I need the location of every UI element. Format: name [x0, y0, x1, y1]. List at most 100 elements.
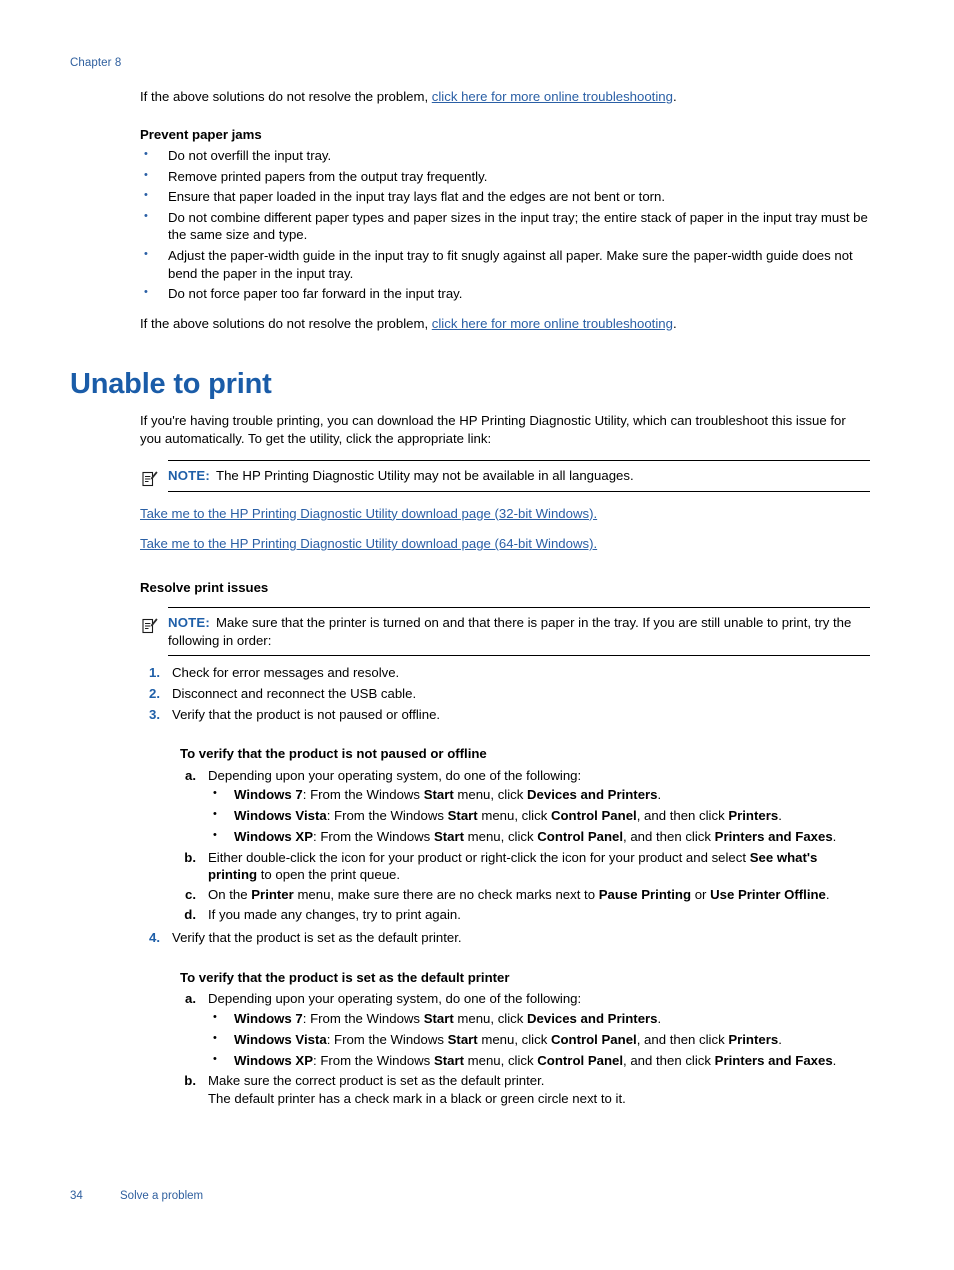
os-name: Windows Vista [234, 808, 327, 824]
note-block-languages: NOTE: The HP Printing Diagnostic Utility … [140, 460, 870, 492]
text: menu, click [453, 1010, 528, 1026]
ui-term: Control Panel [550, 1031, 637, 1047]
list-item: Do not overfill the input tray. [140, 146, 870, 165]
text: , and then click [636, 808, 729, 824]
list-item: Ensure that paper loaded in the input tr… [140, 187, 870, 206]
page-title: Unable to print [70, 368, 272, 400]
procedure-steps: a. Depending upon your operating system,… [180, 990, 870, 1107]
text: or [691, 887, 711, 903]
note-label: NOTE: [168, 615, 211, 631]
footer-section-name: Solve a problem [120, 1190, 204, 1202]
prevent-paper-jams-list: Do not overfill the input tray. Remove p… [140, 146, 870, 303]
ui-term: Printers and Faxes [714, 829, 833, 845]
note-pencil-icon [142, 617, 158, 634]
download-link-64bit[interactable]: Take me to the HP Printing Diagnostic Ut… [140, 536, 597, 551]
text: : From the Windows [313, 829, 434, 845]
unable-to-print-body: If you're having trouble printing, you c… [140, 412, 870, 1110]
procedure-not-paused: To verify that the product is not paused… [180, 745, 870, 923]
text: menu, click [477, 808, 551, 824]
note-block-printer-on: NOTE: Make sure that the printer is turne… [140, 607, 870, 657]
step-letter-dot: . [192, 887, 196, 903]
text: to open the print queue. [257, 867, 401, 883]
text: On the [208, 887, 252, 903]
note-content: NOTE: Make sure that the printer is turne… [168, 608, 870, 655]
ui-term: Start [447, 1031, 478, 1047]
step-item: 4. Verify that the product is set as the … [140, 929, 870, 947]
list-item: Do not combine different paper types and… [140, 208, 870, 244]
note-text: Make sure that the printer is turned on … [168, 615, 852, 648]
step-text: Depending upon your operating system, do… [208, 767, 582, 783]
list-item: Windows XP: From the Windows Start menu,… [208, 827, 870, 846]
ui-term: Printers [728, 808, 779, 824]
text: menu, click [463, 1052, 538, 1068]
list-item: Adjust the paper-width guide in the inpu… [140, 246, 870, 282]
ui-term: Start [447, 808, 478, 824]
ui-term: Devices and Printers [527, 1010, 658, 1026]
section-intro-paragraph: If you're having trouble printing, you c… [140, 413, 846, 446]
os-name: Windows XP [234, 1052, 314, 1068]
step-number: 1. [149, 665, 160, 681]
step-text: Check for error messages and resolve. [172, 665, 400, 681]
text: , and then click [636, 1031, 729, 1047]
procedure-step-b: b. Either double-click the icon for your… [180, 849, 870, 884]
os-name: Windows Vista [234, 1031, 327, 1047]
note-content: NOTE: The HP Printing Diagnostic Utility … [168, 461, 870, 491]
procedure-steps: a. Depending upon your operating system,… [180, 767, 870, 923]
text: menu, click [453, 787, 528, 803]
resolve-steps-list-second: 4. Verify that the product is set as the … [140, 929, 870, 947]
procedure-step-d: d. If you made any changes, try to print… [180, 906, 870, 924]
list-item: Do not force paper too far forward in th… [140, 284, 870, 303]
step-number: 4. [149, 930, 160, 946]
step-item: 1. Check for error messages and resolve. [140, 664, 870, 682]
step-text: Verify that the product is set as the de… [172, 930, 462, 946]
step-text: Verify that the product is not paused or… [172, 706, 441, 722]
procedure-step-c: c. On the Printer menu, make sure there … [180, 886, 870, 904]
closing-prefix: If the above solutions do not resolve th… [140, 315, 432, 331]
step-letter: b. [180, 849, 196, 867]
footer-page-number: 34 [70, 1190, 83, 1202]
ui-term: Devices and Printers [527, 787, 658, 803]
os-name: Windows XP [234, 829, 314, 845]
step-text: If you made any changes, try to print ag… [208, 906, 461, 922]
text: : From the Windows [302, 1010, 424, 1026]
intro-paragraph: If the above solutions do not resolve th… [140, 88, 870, 106]
procedure-default-printer: To verify that the product is set as the… [180, 969, 870, 1108]
online-troubleshooting-link-1[interactable]: click here for more online troubleshooti… [432, 89, 673, 104]
text: : From the Windows [302, 787, 424, 803]
list-item: Windows Vista: From the Windows Start me… [208, 806, 870, 825]
ui-term: Start [433, 1052, 464, 1068]
ui-term: Control Panel [550, 808, 637, 824]
note-pencil-icon [142, 470, 158, 487]
ui-term: Printer [251, 887, 294, 903]
list-item: Remove printed papers from the output tr… [140, 167, 870, 186]
intro-suffix: . [672, 89, 677, 104]
step-letter: a. [180, 767, 196, 785]
text: . [832, 829, 837, 845]
note-rule-bottom [168, 490, 870, 492]
prevent-paper-jams-heading: Prevent paper jams [140, 126, 262, 142]
step-letter-dot: . [192, 906, 196, 922]
procedure-step-a: a. Depending upon your operating system,… [180, 767, 870, 846]
step-number: 2. [149, 686, 160, 702]
procedure-title: To verify that the product is set as the… [180, 969, 510, 985]
procedure-title: To verify that the product is not paused… [180, 746, 487, 762]
note-text: The HP Printing Diagnostic Utility may n… [216, 468, 634, 483]
resolve-print-issues-heading: Resolve print issues [140, 579, 269, 595]
step-letter-dot: . [192, 767, 196, 783]
ui-term: Control Panel [537, 1052, 624, 1068]
procedure-step-b: b. Make sure the correct product is set … [180, 1072, 870, 1107]
ui-term: Start [433, 829, 464, 845]
text: , and then click [623, 1052, 715, 1068]
online-troubleshooting-link-2[interactable]: click here for more online troubleshooti… [432, 316, 673, 331]
ui-term: Use Printer Offline [710, 887, 826, 903]
ui-term: Start [423, 1010, 454, 1026]
text: menu, make sure there are no check marks… [293, 887, 599, 903]
step-text: Depending upon your operating system, do… [208, 991, 582, 1007]
step-letter: b. [180, 1072, 196, 1090]
os-name: Windows 7 [234, 1010, 303, 1026]
page-content-column: If the above solutions do not resolve th… [140, 88, 870, 332]
note-label: NOTE: [168, 468, 211, 483]
text: menu, click [477, 1031, 551, 1047]
download-link-32bit[interactable]: Take me to the HP Printing Diagnostic Ut… [140, 506, 597, 521]
text: , and then click [623, 829, 715, 845]
